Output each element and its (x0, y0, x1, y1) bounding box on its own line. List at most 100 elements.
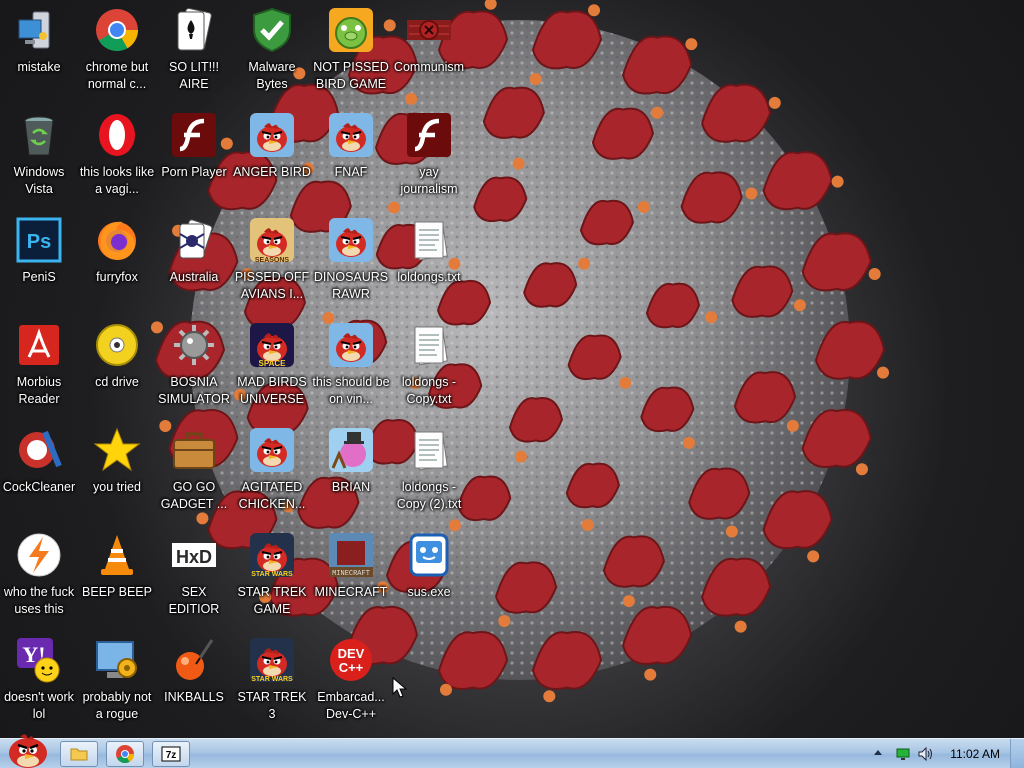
angry-bird-start-icon (9, 734, 47, 768)
solitaire-icon (170, 6, 218, 54)
desktop-shortcut-label: Embarcad... Dev-C++ (317, 690, 385, 721)
desktop-shortcut[interactable]: Morbius Reader (0, 315, 78, 415)
opera-icon (93, 111, 141, 159)
mouse-cursor-icon (392, 677, 408, 698)
desktop-shortcut[interactable]: FNAF (312, 105, 390, 205)
taskbar-explorer-button[interactable] (60, 741, 98, 767)
desktop-shortcut[interactable]: ANGER BIRD (233, 105, 311, 205)
desktop-shortcut-label: GO GO GADGET ... (160, 480, 228, 511)
desktop-shortcut[interactable]: loldongs - Copy.txt (390, 315, 468, 415)
desktop-shortcut[interactable]: this looks like a vagi... (78, 105, 156, 205)
desktop-shortcut-label: ANGER BIRD (233, 165, 311, 179)
desktop-shortcut[interactable]: furryfox (78, 210, 156, 310)
desktop-shortcut[interactable]: BEEP BEEP (78, 525, 156, 625)
desktop-shortcut[interactable]: yay journalism (390, 105, 468, 205)
desktop-shortcut-label: MAD BIRDS UNIVERSE (237, 375, 307, 406)
taskbar-clock[interactable]: 11:02 AM (950, 747, 1000, 761)
envelope-protein-dot (786, 419, 799, 432)
desktop-shortcut[interactable]: BRIAN (312, 420, 390, 520)
briefcase-icon (170, 426, 218, 474)
desktop-shortcut[interactable]: Y! doesn't work lol (0, 630, 78, 730)
angry-bird-icon (327, 111, 375, 159)
desktop-shortcut[interactable]: you tried (78, 420, 156, 520)
desktop-shortcut[interactable]: Australia (155, 210, 233, 310)
desktop-shortcut[interactable]: who the fuck uses this (0, 525, 78, 625)
text-file-icon (405, 216, 453, 264)
desktop-shortcut-label: doesn't work lol (4, 690, 74, 721)
star-wars-bird-icon: STAR WARS (248, 531, 296, 579)
volume-icon[interactable] (918, 747, 934, 761)
desktop-shortcut[interactable]: DEV C++ Embarcad... Dev-C++ (312, 630, 390, 730)
desktop-shortcut-label: loldongs.txt (397, 270, 461, 284)
desktop-shortcut[interactable]: GO GO GADGET ... (155, 420, 233, 520)
desktop-shortcut[interactable]: INKBALLS (155, 630, 233, 730)
hxd-icon: HxD (170, 531, 218, 579)
envelope-protein-dot (581, 519, 594, 532)
devcpp-icon: DEV C++ (327, 636, 375, 684)
desktop-shortcut[interactable]: SEASONS PISSED OFF AVIANS I... (233, 210, 311, 310)
desktop-shortcut-label: INKBALLS (164, 690, 224, 704)
desktop-shortcut[interactable]: MINECRAFT MINECRAFT (312, 525, 390, 625)
desktop-shortcut[interactable]: probably not a rogue (78, 630, 156, 730)
chrome-icon (93, 6, 141, 54)
desktop-shortcut[interactable]: Windows Vista (0, 105, 78, 205)
desktop-shortcut-label: PISSED OFF AVIANS I... (234, 270, 310, 301)
desktop-shortcut-label: BEEP BEEP (82, 585, 152, 599)
desktop[interactable]: mistake chrome but normal c... SO LIT!!! A… (0, 0, 1024, 738)
desktop-shortcut[interactable]: chrome but normal c... (78, 0, 156, 100)
desktop-shortcut-label: you tried (93, 480, 141, 494)
taskbar-7zip-button[interactable]: 7z (152, 741, 190, 767)
show-desktop-button[interactable] (1010, 739, 1024, 768)
desktop-shortcut-label: furryfox (96, 270, 138, 284)
desktop-shortcut[interactable]: mistake (0, 0, 78, 100)
desktop-shortcut[interactable]: Communism (390, 0, 468, 100)
envelope-protein-dot (705, 311, 718, 324)
svg-text:7z: 7z (166, 750, 177, 761)
desktop-shortcut-label: mistake (17, 60, 61, 74)
taskbar-chrome-button[interactable] (106, 741, 144, 767)
recycle-bin-icon (15, 111, 63, 159)
desktop-shortcut[interactable]: loldongs - Copy (2).txt (390, 420, 468, 520)
desktop-shortcut-label: SEX EDITIOR (168, 585, 220, 616)
desktop-shortcut[interactable]: DINOSAURS RAWR (312, 210, 390, 310)
desktop-shortcut-label: chrome but normal c... (85, 60, 149, 91)
desktop-shortcut[interactable]: STAR WARS STAR TREK GAME (233, 525, 311, 625)
star-icon (93, 426, 141, 474)
desktop-shortcut[interactable]: BOSNIA SIMULATOR (155, 315, 233, 415)
envelope-protein-dot (725, 525, 738, 538)
desktop-shortcut[interactable]: SPACE MAD BIRDS UNIVERSE (233, 315, 311, 415)
firefox-icon (93, 216, 141, 264)
desktop-shortcut[interactable]: Ps PeniS (0, 210, 78, 310)
flash-icon (405, 111, 453, 159)
desktop-shortcut[interactable]: CockCleaner (0, 420, 78, 520)
desktop-shortcut[interactable]: sus.exe (390, 525, 468, 625)
desktop-shortcut-label: Communism (393, 60, 465, 74)
show-hidden-icons-icon[interactable] (872, 747, 884, 759)
envelope-protein-dot (807, 550, 820, 563)
desktop-shortcut[interactable]: NOT PISSED BIRD GAME (312, 0, 390, 100)
network-icon[interactable] (896, 748, 910, 761)
start-button[interactable] (2, 731, 52, 768)
desktop-shortcut-label: PeniS (22, 270, 56, 284)
desktop-shortcut-label: MINECRAFT (314, 585, 388, 599)
desktop-shortcut[interactable]: Porn Player (155, 105, 233, 205)
desktop-shortcut-label: BOSNIA SIMULATOR (158, 375, 230, 406)
desktop-shortcut[interactable]: Malware Bytes (233, 0, 311, 100)
desktop-shortcut[interactable]: SO LIT!!! AIRE (155, 0, 233, 100)
ink-ball-icon (170, 636, 218, 684)
minecraft-icon: MINECRAFT (327, 531, 375, 579)
desktop-shortcut[interactable]: AGITATED CHICKEN... (233, 420, 311, 520)
desktop-shortcut-label: loldongs - Copy (2).txt (396, 480, 462, 511)
desktop-shortcut[interactable]: HxD SEX EDITIOR (155, 525, 233, 625)
desktop-shortcut[interactable]: this should be on vin... (312, 315, 390, 415)
desktop-shortcut-label: STAR TREK 3 (237, 690, 307, 721)
desktop-shortcut-label: Malware Bytes (248, 60, 296, 91)
angry-bird-icon (327, 321, 375, 369)
desktop-shortcut[interactable]: STAR WARS STAR TREK 3 (233, 630, 311, 730)
folder-icon (70, 748, 88, 761)
svg-text:DEV: DEV (338, 646, 365, 661)
desktop-shortcut[interactable]: cd drive (78, 315, 156, 415)
acrobat-icon (15, 321, 63, 369)
desktop-shortcut[interactable]: loldongs.txt (390, 210, 468, 310)
computer-icon (15, 6, 63, 54)
